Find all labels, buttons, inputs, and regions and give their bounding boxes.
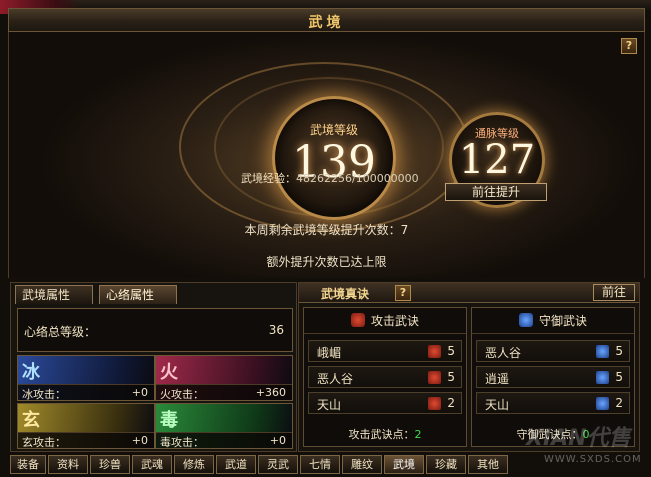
defense-shield-icon xyxy=(596,371,609,384)
ice-glyph: 冰 xyxy=(22,362,40,383)
list-item[interactable]: 恶人谷 5 xyxy=(308,366,462,388)
list-item[interactable]: 逍遥 5 xyxy=(476,366,630,388)
attack-column: 攻击武诀 峨嵋 5 恶人谷 5 天山 2 攻击武诀点：2 xyxy=(303,307,467,447)
item-count: 5 xyxy=(447,344,455,358)
goto-upgrade-button[interactable]: 前往提升 xyxy=(445,183,547,201)
item-count: 5 xyxy=(615,370,623,384)
level-display: ? 武境等级 139 通脉等级 127 武境经验：48262256/100000… xyxy=(8,32,645,278)
list-item[interactable]: 天山 2 xyxy=(476,392,630,414)
xinluo-total-value: 36 xyxy=(268,323,284,337)
item-name: 恶人谷 xyxy=(485,346,522,360)
character-tab-bar: 装备 资料 珍兽 武魂 修炼 武道 灵武 七情 雕纹 武境 珍藏 其他 xyxy=(10,455,570,475)
poison-attack-label: 毒攻击： xyxy=(160,436,204,449)
attack-points-label: 攻击武诀点： xyxy=(348,428,415,441)
poison-attack-value: +0 xyxy=(269,434,286,447)
xinluo-total-label: 心络总等级： xyxy=(24,325,97,339)
item-name: 峨嵋 xyxy=(317,346,342,360)
experience-value: 48262256/100000000 xyxy=(296,172,419,185)
zhenjue-help-icon[interactable]: ? xyxy=(395,285,411,301)
item-name: 天山 xyxy=(485,398,510,412)
attack-emblem-icon xyxy=(428,371,441,384)
wujing-window: ? ✕ 武境 ? 武境等级 139 通脉等级 127 武境经验：48262256… xyxy=(0,0,651,477)
tab-wujing-attributes[interactable]: 武境属性 xyxy=(15,285,93,304)
item-count: 5 xyxy=(447,370,455,384)
item-count: 5 xyxy=(615,344,623,358)
ice-attack-label: 冰攻击： xyxy=(22,388,66,401)
attack-points-value: 2 xyxy=(414,428,422,441)
item-name: 逍遥 xyxy=(485,372,510,386)
tab-collection[interactable]: 珍藏 xyxy=(426,455,466,474)
wujing-level-orb: 武境等级 139 xyxy=(272,96,396,220)
defense-column-header: 守御武诀 xyxy=(472,308,634,334)
item-name: 恶人谷 xyxy=(317,372,354,386)
attribute-panel: 武境属性 心络属性 心络总等级： 36 冰 冰攻击： +0 火 火攻击： +360 … xyxy=(10,282,297,452)
attack-points: 攻击武诀点：2 xyxy=(304,426,466,442)
list-item[interactable]: 峨嵋 5 xyxy=(308,340,462,362)
watermark-logo-text: XIAN代售 xyxy=(526,426,631,451)
attack-header-label: 攻击武诀 xyxy=(370,314,419,328)
xuan-attack-label: 玄攻击： xyxy=(22,436,66,449)
tab-lingwu[interactable]: 灵武 xyxy=(258,455,298,474)
ice-attack-card: 冰 冰攻击： +0 xyxy=(17,355,155,401)
tab-qiqing[interactable]: 七情 xyxy=(300,455,340,474)
watermark-url: WWW.SXDS.COM xyxy=(544,454,642,465)
fire-attack-value: +360 xyxy=(255,386,286,399)
defense-shield-icon xyxy=(596,397,609,410)
watermark: XIAN代售 WWW.SXDS.COM xyxy=(500,418,650,476)
list-item[interactable]: 天山 2 xyxy=(308,392,462,414)
tab-cultivation[interactable]: 修炼 xyxy=(174,455,214,474)
poison-glyph: 毒 xyxy=(160,410,178,431)
tab-pets[interactable]: 珍兽 xyxy=(90,455,130,474)
list-item[interactable]: 恶人谷 5 xyxy=(476,340,630,362)
tab-profile[interactable]: 资料 xyxy=(48,455,88,474)
fire-attack-label: 火攻击： xyxy=(160,388,204,401)
xinluo-summary: 心络总等级： 36 xyxy=(17,308,293,352)
ice-attack-value: +0 xyxy=(131,386,148,399)
tab-wudao[interactable]: 武道 xyxy=(216,455,256,474)
hero-help-icon[interactable]: ? xyxy=(621,38,637,54)
xuan-glyph: 玄 xyxy=(22,410,40,431)
xuan-attack-card: 玄 玄攻击： +0 xyxy=(17,403,155,449)
fire-attack-card: 火 火攻击： +360 xyxy=(155,355,293,401)
attack-emblem-icon xyxy=(428,397,441,410)
title-bar: 武境 xyxy=(8,8,645,32)
defense-header-label: 守御武诀 xyxy=(538,314,587,328)
wujing-level-caption: 武境等级 xyxy=(309,123,358,137)
attack-emblem-icon xyxy=(428,345,441,358)
zhenjue-title: 武境真诀 xyxy=(321,287,370,301)
tab-wujing[interactable]: 武境 xyxy=(384,455,424,474)
zhenjue-goto-button[interactable]: 前往 xyxy=(593,284,635,301)
tab-xinluo-attributes[interactable]: 心络属性 xyxy=(99,285,177,304)
zhenjue-header: 武境真诀 ? 前往 xyxy=(299,283,639,303)
experience-label: 武境经验： xyxy=(241,172,296,185)
tab-equipment[interactable]: 装备 xyxy=(10,455,46,474)
poison-attack-card: 毒 毒攻击： +0 xyxy=(155,403,293,449)
tongmai-level-value: 127 xyxy=(458,137,536,183)
experience-readout: 武境经验：48262256/100000000 xyxy=(241,170,419,186)
attack-column-header: 攻击武诀 xyxy=(304,308,466,334)
extra-upgrades-text: 额外提升次数已达上限 xyxy=(266,255,387,269)
defense-shield-icon xyxy=(518,313,533,327)
item-count: 2 xyxy=(447,396,455,410)
defense-shield-icon xyxy=(596,345,609,358)
weekly-upgrades-text: 本周剩余武境等级提升次数：7 xyxy=(244,223,409,237)
tab-wuhun[interactable]: 武魂 xyxy=(132,455,172,474)
item-name: 天山 xyxy=(317,398,342,412)
window-title: 武境 xyxy=(308,15,345,31)
attack-emblem-icon xyxy=(350,313,365,327)
xuan-attack-value: +0 xyxy=(131,434,148,447)
fire-glyph: 火 xyxy=(160,362,178,383)
tab-diaowen[interactable]: 雕纹 xyxy=(342,455,382,474)
item-count: 2 xyxy=(615,396,623,410)
